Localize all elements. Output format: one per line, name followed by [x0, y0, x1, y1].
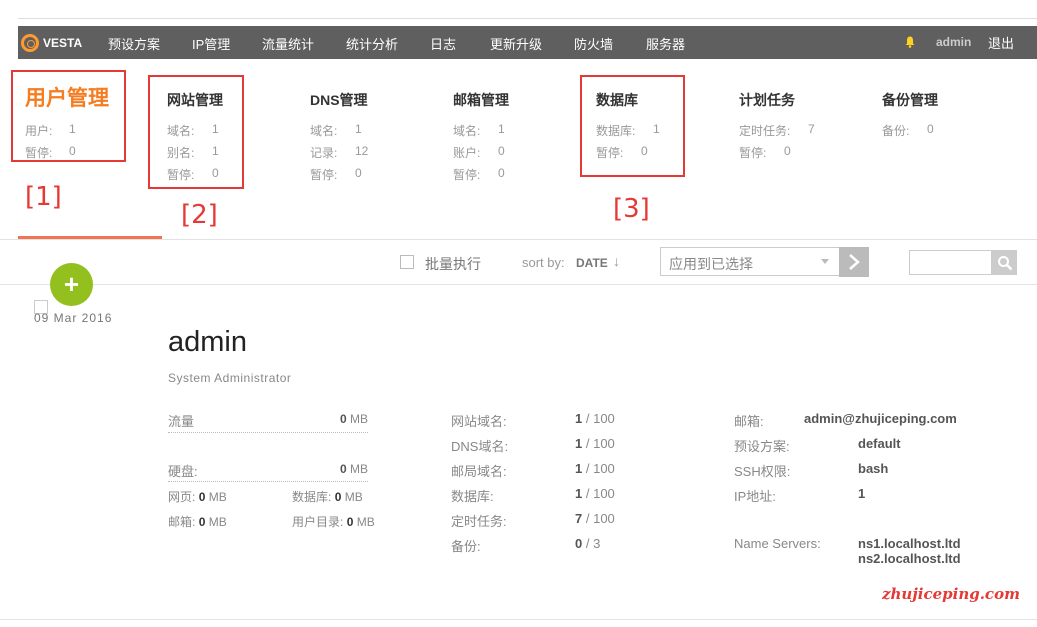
top-navbar: VESTA 预设方案 IP管理 流量统计 统计分析 日志 更新升级 防火墙 服务… [18, 26, 1037, 59]
nav-user-link[interactable]: admin [936, 35, 971, 49]
nav-item-server[interactable]: 服务器 [646, 34, 685, 53]
stat-backups: 备份: 0 [882, 122, 934, 138]
tab-cron-title: 计划任务 [739, 92, 795, 108]
limit-web-domains-value: 1 / 100 [575, 411, 615, 426]
stat-mail-accounts: 账户: 0 [453, 144, 505, 160]
disk-mail: 邮箱: 0 MB [168, 515, 227, 529]
limit-db-label: 数据库: [451, 489, 494, 504]
stat-dns-records: 记录: 12 [310, 144, 369, 160]
limit-dns-value: 1 / 100 [575, 436, 615, 451]
logout-link[interactable]: 退出 [988, 33, 1014, 52]
limit-db-value: 1 / 100 [575, 486, 615, 501]
limit-cron-label: 定时任务: [451, 514, 507, 529]
info-email-label: 邮箱: [734, 414, 764, 429]
info-ns-label: Name Servers: [734, 536, 821, 551]
annotation-box-2 [148, 75, 244, 189]
info-package-label: 预设方案: [734, 439, 790, 454]
nav-item-firewall[interactable]: 防火墙 [574, 34, 613, 53]
apply-action-select[interactable]: 应用到已选择 [660, 247, 840, 276]
limit-dns-label: DNS域名: [451, 439, 509, 454]
tab-backup-title: 备份管理 [882, 92, 938, 108]
tab-dns-title: DNS管理 [310, 92, 368, 108]
info-ssh-value: bash [858, 461, 889, 476]
tab-mail-title: 邮箱管理 [453, 92, 509, 108]
bulk-action-label[interactable]: 批量执行 [425, 254, 481, 274]
logo-text: VESTA [43, 36, 83, 50]
disk-home: 用户目录: 0 MB [292, 515, 375, 529]
limit-backup-value: 0 / 3 [575, 536, 601, 551]
annotation-label-1: [1] [25, 182, 62, 212]
nav-item-ip[interactable]: IP管理 [192, 34, 230, 53]
info-ip-value: 1 [858, 486, 866, 501]
limit-mail-value: 1 / 100 [575, 461, 615, 476]
search-icon [998, 256, 1013, 271]
chevron-down-icon [821, 259, 829, 264]
info-ns2-value: ns2.localhost.ltd [858, 551, 961, 566]
sort-value[interactable]: DATE [576, 256, 608, 270]
annotation-box-3 [580, 75, 685, 177]
bulk-select-checkbox[interactable] [400, 255, 414, 269]
stat-cron-suspended: 暂停: 0 [739, 144, 791, 160]
apply-action-placeholder: 应用到已选择 [669, 256, 753, 272]
annotation-box-1 [11, 70, 126, 162]
tab-dns[interactable]: DNS管理 [310, 90, 368, 110]
info-ns1-value: ns1.localhost.ltd [858, 536, 961, 551]
chevron-right-icon [849, 254, 860, 270]
search-input[interactable] [909, 250, 992, 275]
disk-db: 数据库: 0 MB [292, 490, 363, 504]
disk-value: 0 MB [340, 462, 369, 476]
annotation-label-2: [2] [181, 200, 218, 230]
top-border [18, 18, 1037, 19]
watermark: zhujiceping.com [882, 585, 1020, 603]
stat-mail-domains: 域名: 1 [453, 122, 505, 138]
bell-icon[interactable] [905, 36, 915, 48]
stat-dns-domains: 域名: 1 [310, 122, 362, 138]
limit-mail-label: 邮局域名: [451, 464, 507, 479]
stat-mail-suspended: 暂停: 0 [453, 166, 505, 182]
nav-item-bandwidth[interactable]: 流量统计 [262, 34, 314, 53]
divider-toolbar [0, 284, 1037, 285]
info-email-value: admin@zhujiceping.com [804, 411, 957, 426]
limit-web-domains-label: 网站域名: [451, 414, 507, 429]
vesta-logo-icon [21, 34, 39, 52]
limit-backup-label: 备份: [451, 539, 481, 554]
apply-button[interactable] [839, 247, 869, 277]
sort-direction-icon[interactable]: ↓ [613, 253, 620, 269]
divider-top [0, 239, 1037, 240]
plus-icon: + [63, 269, 80, 299]
limit-cron-value: 7 / 100 [575, 511, 615, 526]
tab-backup[interactable]: 备份管理 [882, 90, 938, 110]
nav-item-updates[interactable]: 更新升级 [490, 34, 542, 53]
info-package-value: default [858, 436, 901, 451]
tab-cron[interactable]: 计划任务 [739, 90, 795, 110]
row-date: 09 Mar 2016 [34, 311, 113, 325]
bandwidth-label: 流量 [168, 414, 195, 429]
info-ssh-label: SSH权限: [734, 464, 791, 479]
add-user-button[interactable]: + [50, 263, 93, 306]
nav-item-statistics[interactable]: 统计分析 [346, 34, 398, 53]
bandwidth-bar [168, 432, 368, 433]
nav-item-log[interactable]: 日志 [430, 34, 456, 53]
bandwidth-value: 0 MB [340, 412, 369, 426]
disk-web: 网页: 0 MB [168, 490, 227, 504]
disk-bar [168, 481, 368, 482]
nav-item-packages[interactable]: 预设方案 [108, 34, 160, 53]
search-button[interactable] [992, 250, 1017, 275]
user-role: System Administrator [168, 371, 292, 385]
stat-cron-jobs: 定时任务: 7 [739, 122, 815, 138]
divider-bottom [0, 619, 1037, 620]
info-ip-label: IP地址: [734, 489, 776, 504]
user-name[interactable]: admin [168, 326, 247, 359]
annotation-label-3: [3] [613, 194, 650, 224]
vesta-logo[interactable]: VESTA [21, 33, 82, 53]
stat-dns-suspended: 暂停: 0 [310, 166, 362, 182]
disk-label: 硬盘: [168, 464, 198, 479]
sort-label: sort by: [522, 255, 565, 270]
tab-mail[interactable]: 邮箱管理 [453, 90, 509, 110]
